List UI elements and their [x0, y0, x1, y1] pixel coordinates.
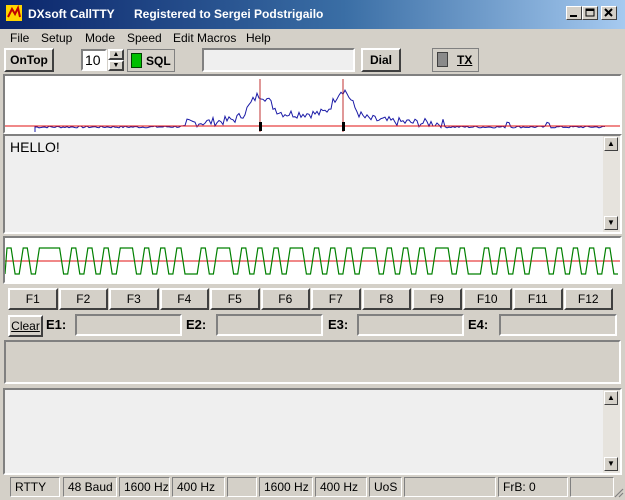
info-strip: [4, 340, 621, 384]
scroll-up-arrow-icon[interactable]: ▲: [604, 137, 618, 151]
clear-button[interactable]: Clear: [8, 315, 43, 337]
size-grip-icon[interactable]: [612, 486, 624, 498]
fkey-f9-button[interactable]: F9: [412, 288, 462, 310]
fkey-f1-button[interactable]: F1: [8, 288, 58, 310]
e2-label: E2:: [186, 317, 207, 332]
fkey-f10-button[interactable]: F10: [462, 288, 512, 310]
fkey-f7-button[interactable]: F7: [311, 288, 361, 310]
registration-text: Registered to Sergei Podstrigailo: [134, 7, 324, 21]
squelch-up-button[interactable]: ▲: [108, 49, 124, 60]
menu-edit-macros[interactable]: Edit Macros: [173, 31, 236, 45]
arrow-down-icon: ▼: [112, 62, 120, 69]
tx-label: TX: [457, 53, 473, 67]
status-uos: UoS: [369, 477, 402, 497]
e3-label: E3:: [328, 317, 349, 332]
close-button[interactable]: [601, 6, 617, 20]
e4-field[interactable]: [499, 314, 617, 336]
sql-indicator[interactable]: SQL: [127, 49, 175, 72]
arrow-up-icon: ▲: [112, 51, 120, 58]
status-tx-shift: 400 Hz: [315, 477, 367, 497]
bitstream-graph: [4, 247, 620, 275]
status-baud: 48 Baud: [63, 477, 117, 497]
spectrum-graph: [5, 79, 620, 132]
menu-setup[interactable]: Setup: [41, 31, 72, 45]
maximize-button[interactable]: [582, 6, 598, 20]
status-mark-freq: 1600 Hz: [119, 477, 170, 497]
squelch-field[interactable]: 10: [81, 49, 107, 71]
receive-window[interactable]: HELLO! ▲ ▼: [3, 134, 622, 234]
status-blank-1: [227, 477, 257, 497]
sql-led-icon: [131, 53, 142, 68]
status-blank-3: [570, 477, 614, 497]
maximize-icon: [585, 8, 595, 17]
tx-scroll-up-arrow-icon[interactable]: ▲: [604, 391, 618, 405]
menu-bar: File Setup Mode Speed Edit Macros Help: [0, 29, 625, 47]
status-blank-2: [404, 477, 496, 497]
fkey-f11-button[interactable]: F11: [513, 288, 563, 310]
app-icon: [6, 5, 22, 21]
minimize-button[interactable]: [566, 6, 582, 20]
receive-scrollbar[interactable]: ▲ ▼: [603, 136, 620, 232]
fkey-f12-button[interactable]: F12: [563, 288, 613, 310]
tx-toggle[interactable]: TX: [432, 48, 479, 72]
e4-label: E4:: [468, 317, 489, 332]
scroll-down-arrow-icon[interactable]: ▼: [604, 216, 618, 230]
e1-field[interactable]: [75, 314, 182, 336]
status-mode: RTTY: [10, 477, 60, 497]
menu-speed[interactable]: Speed: [127, 31, 162, 45]
spectrum-panel[interactable]: [3, 74, 622, 134]
fkey-f6-button[interactable]: F6: [260, 288, 310, 310]
dial-display: [202, 48, 355, 72]
status-frb: FrB: 0: [498, 477, 568, 497]
fkey-f5-button[interactable]: F5: [210, 288, 260, 310]
tx-scroll-down-arrow-icon[interactable]: ▼: [604, 457, 618, 471]
fkey-f2-button[interactable]: F2: [58, 288, 108, 310]
status-tx-mark-freq: 1600 Hz: [259, 477, 313, 497]
tx-led-icon: [437, 52, 448, 67]
fkey-f8-button[interactable]: F8: [361, 288, 411, 310]
close-icon: [604, 8, 613, 17]
window-title: DXsoft CallTTY: [28, 7, 115, 21]
status-shift: 400 Hz: [172, 477, 225, 497]
transmit-scrollbar[interactable]: ▲ ▼: [603, 390, 620, 473]
dial-button[interactable]: Dial: [361, 48, 401, 72]
space-tick: [342, 122, 345, 131]
ontop-button[interactable]: OnTop: [4, 48, 54, 72]
e3-field[interactable]: [357, 314, 464, 336]
receive-text: HELLO!: [10, 139, 60, 155]
minimize-icon: [570, 15, 577, 17]
e2-field[interactable]: [216, 314, 323, 336]
transmit-window[interactable]: ▲ ▼: [3, 388, 622, 475]
fkey-f4-button[interactable]: F4: [159, 288, 209, 310]
menu-help[interactable]: Help: [246, 31, 271, 45]
e1-label: E1:: [46, 317, 67, 332]
mark-tick: [259, 122, 262, 131]
tuning-display: [3, 236, 622, 284]
clear-label: Clear: [11, 319, 40, 333]
menu-file[interactable]: File: [10, 31, 29, 45]
squelch-down-button[interactable]: ▼: [108, 60, 124, 71]
menu-mode[interactable]: Mode: [85, 31, 115, 45]
fkey-f3-button[interactable]: F3: [109, 288, 159, 310]
sql-label: SQL: [146, 54, 171, 68]
